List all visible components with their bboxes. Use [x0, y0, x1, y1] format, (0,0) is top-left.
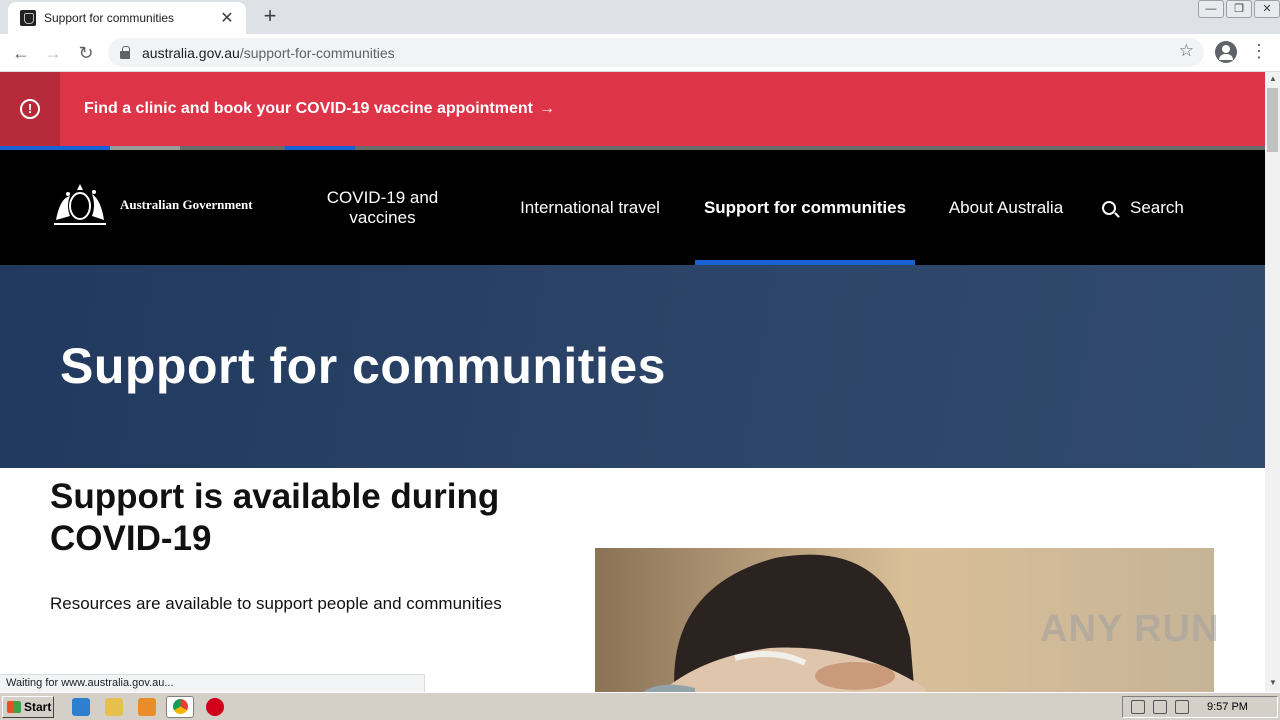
australian-government-logo[interactable]: Australian Government	[46, 180, 253, 230]
bookmark-star-icon[interactable]: ☆	[1179, 41, 1194, 61]
start-label: Start	[24, 700, 52, 714]
internet-explorer-icon[interactable]	[72, 698, 90, 716]
vaccine-alert-banner[interactable]: ! Find a clinic and book your COVID-19 v…	[0, 72, 1265, 146]
browser-tab[interactable]: Support for communities ✕	[8, 2, 246, 34]
nav-item-covid-19-and-vaccines[interactable]: COVID-19 and vaccines	[300, 150, 465, 265]
scroll-up-icon[interactable]: ▲	[1269, 74, 1277, 83]
window-controls: — ❐ ✕	[1196, 0, 1280, 20]
nav-item-about-australia[interactable]: About Australia	[945, 150, 1067, 265]
taskbar-clock: 9:57 PM	[1207, 701, 1248, 713]
loading-status-bubble: Waiting for www.australia.gov.au...	[0, 674, 425, 692]
lock-icon	[120, 45, 130, 59]
address-bar[interactable]: australia.gov.au/support-for-communities…	[108, 38, 1204, 67]
chrome-icon	[173, 699, 188, 714]
browser-toolbar: ← → ↻ australia.gov.au/support-for-commu…	[0, 34, 1280, 72]
start-button[interactable]: Start	[2, 696, 54, 718]
network-icon[interactable]	[1153, 700, 1167, 714]
scrollbar-thumb[interactable]	[1267, 88, 1278, 152]
alert-link-text[interactable]: Find a clinic and book your COVID-19 vac…	[84, 100, 533, 118]
search-label: Search	[1130, 197, 1184, 217]
system-tray	[1122, 696, 1278, 718]
alert-icon-box: !	[0, 72, 60, 146]
url-host: australia.gov.au	[142, 44, 240, 61]
search-button[interactable]: Search	[1102, 150, 1184, 265]
url-path: /support-for-communities	[239, 44, 395, 61]
logo-text: Australian Government	[120, 197, 253, 212]
back-button[interactable]: ←	[8, 40, 34, 66]
forward-button[interactable]: →	[40, 40, 66, 66]
tab-title: Support for communities	[44, 11, 175, 25]
minimize-button[interactable]: —	[1198, 0, 1224, 18]
section-heading: Support is available during COVID-19	[50, 477, 500, 558]
reload-button[interactable]: ↻	[73, 40, 99, 66]
browser-menu-icon[interactable]: ⋮	[1250, 42, 1268, 60]
windows-taskbar: Start	[0, 692, 1280, 720]
profile-avatar-icon[interactable]	[1215, 41, 1237, 63]
nav-item-support-for-communities[interactable]: Support for communities	[695, 150, 915, 265]
coat-of-arms-icon	[54, 184, 106, 225]
section-intro: Resources are available to support peopl…	[50, 594, 502, 613]
close-window-button[interactable]: ✕	[1254, 0, 1280, 18]
opera-icon[interactable]	[206, 698, 224, 716]
main-navigation: Australian Government COVID-19 and vacci…	[0, 150, 1265, 265]
volume-icon[interactable]	[1131, 700, 1145, 714]
file-explorer-icon[interactable]	[105, 698, 123, 716]
windows-logo-icon	[7, 701, 21, 713]
arrow-right-icon: →	[538, 100, 555, 117]
media-player-icon[interactable]	[138, 698, 156, 716]
scroll-down-icon[interactable]: ▼	[1269, 678, 1277, 687]
browser-tabstrip: Support for communities ✕ + — ❐ ✕	[0, 0, 1280, 34]
new-tab-button[interactable]: +	[258, 5, 282, 29]
page-title: Support for communities	[60, 338, 666, 394]
restore-button[interactable]: ❐	[1226, 0, 1252, 18]
hero-banner: Support for communities	[0, 265, 1265, 468]
page-viewport: ! Find a clinic and book your COVID-19 v…	[0, 72, 1265, 692]
search-icon	[1102, 200, 1116, 215]
tab-close-icon[interactable]: ✕	[218, 8, 236, 28]
flag-icon[interactable]	[1175, 700, 1189, 714]
site-favicon-icon	[20, 10, 36, 26]
anyrun-watermark: ANY RUN	[1040, 608, 1220, 650]
page-scrollbar[interactable]: ▲ ▼	[1265, 72, 1280, 692]
alert-exclamation-icon: !	[20, 99, 40, 119]
nav-item-international-travel[interactable]: International travel	[515, 150, 665, 265]
